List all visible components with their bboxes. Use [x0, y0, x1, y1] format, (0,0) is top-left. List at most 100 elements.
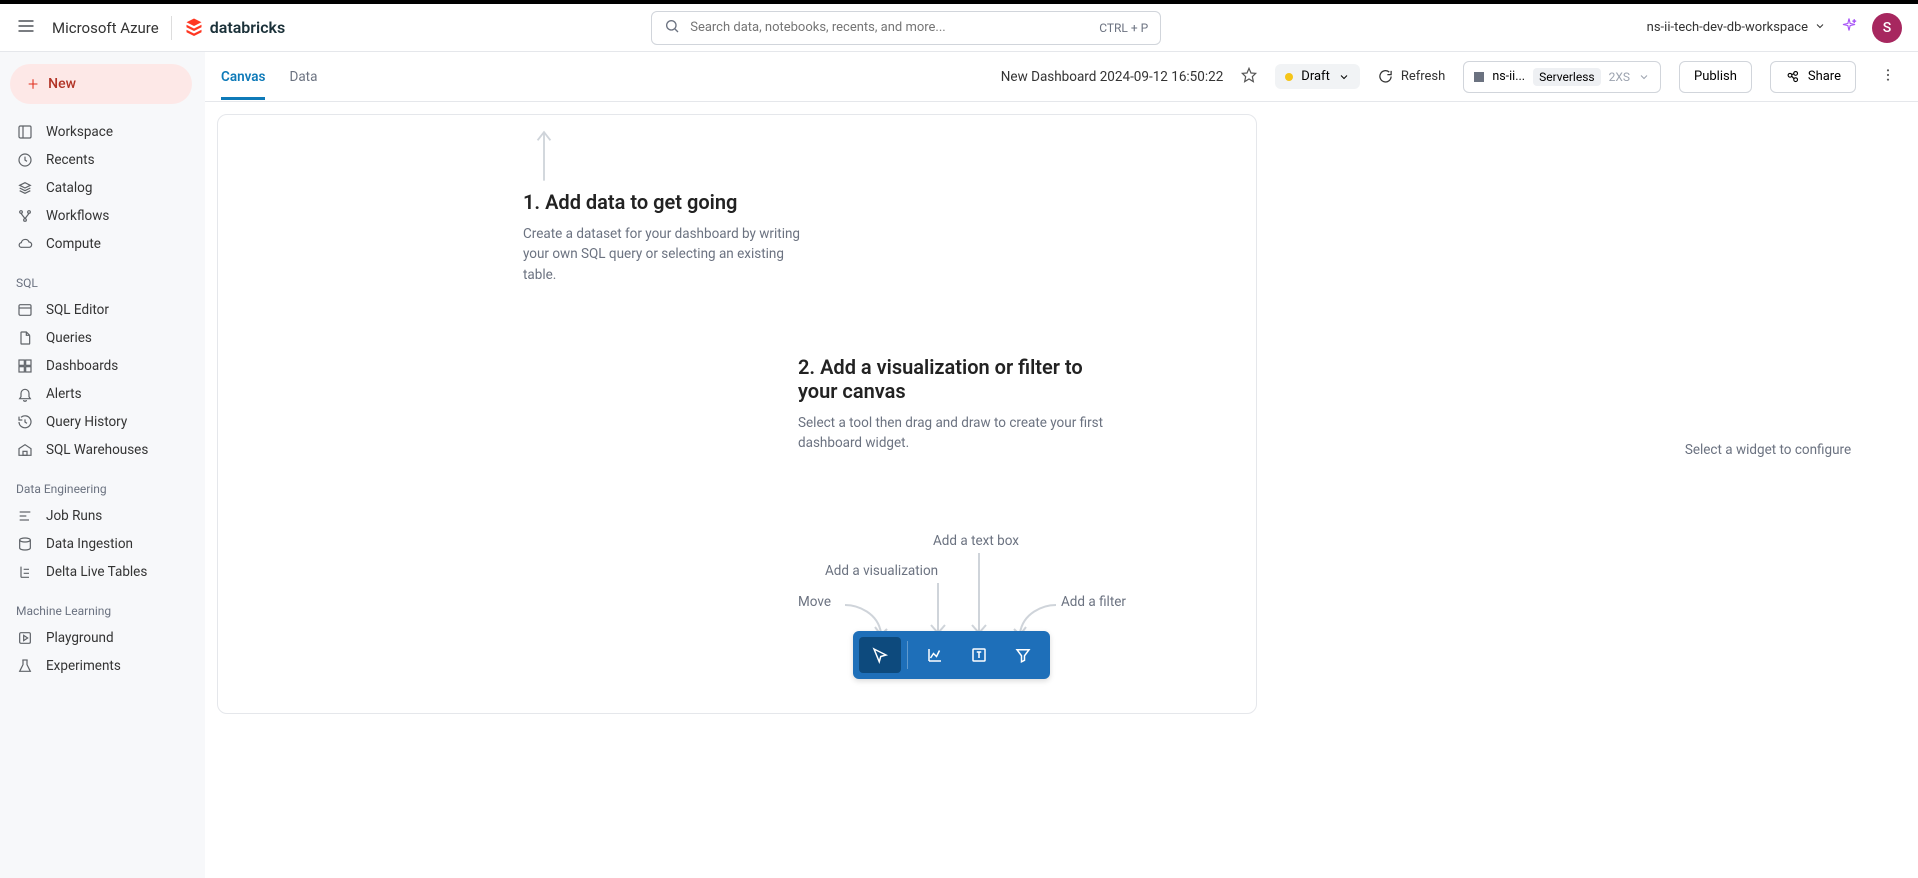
topbar-right: ns-ii-tech-dev-db-workspace S: [1647, 13, 1902, 43]
cursor-icon: [871, 646, 889, 664]
onboard-step-2: 2. Add a visualization or filter to your…: [798, 355, 1108, 454]
sidebar-item-experiments[interactable]: Experiments: [10, 652, 195, 680]
compute-selector[interactable]: ns-ii... Serverless 2XS: [1463, 61, 1661, 93]
sidebar-item-label: Workspace: [46, 124, 113, 140]
workspace-area: 1. Add data to get going Create a datase…: [205, 102, 1918, 878]
dlt-icon: [16, 564, 34, 580]
workflows-icon: [16, 208, 34, 224]
tool-filter[interactable]: [1002, 637, 1044, 673]
refresh-icon: [1378, 69, 1393, 84]
publish-label: Publish: [1694, 69, 1737, 84]
assistant-sparkle-icon[interactable]: [1840, 17, 1858, 39]
sidebar-item-label: Job Runs: [46, 508, 102, 524]
sidebar-item-label: Data Ingestion: [46, 536, 133, 552]
sidebar-item-workspace[interactable]: Workspace: [10, 118, 195, 146]
queries-icon: [16, 330, 34, 346]
sidebar-item-job-runs[interactable]: Job Runs: [10, 502, 195, 530]
sidebar-item-sql-editor[interactable]: SQL Editor: [10, 296, 195, 324]
brand-block: Microsoft Azure databricks: [52, 16, 285, 40]
new-button[interactable]: + New: [10, 64, 192, 104]
tool-visualization[interactable]: [914, 637, 956, 673]
tab-data[interactable]: Data: [289, 55, 317, 99]
sidebar-item-dlt[interactable]: Delta Live Tables: [10, 558, 195, 586]
status-dropdown[interactable]: Draft: [1275, 64, 1360, 89]
user-avatar[interactable]: S: [1872, 13, 1902, 43]
databricks-logo-icon: [184, 16, 204, 40]
sidebar-item-queries[interactable]: Queries: [10, 324, 195, 352]
sidebar-section-de: Data Engineering: [10, 464, 195, 502]
global-search[interactable]: CTRL + P: [651, 11, 1161, 45]
toolbar-separator: [907, 641, 908, 669]
avatar-initial: S: [1883, 20, 1891, 36]
brand-divider: [171, 16, 172, 40]
menu-icon[interactable]: [16, 16, 36, 40]
tool-move[interactable]: [859, 637, 901, 673]
ingestion-icon: [16, 536, 34, 552]
publish-button[interactable]: Publish: [1679, 61, 1752, 93]
sidebar-item-label: Playground: [46, 630, 114, 646]
sidebar-item-label: Query History: [46, 414, 127, 430]
sidebar-item-recents[interactable]: Recents: [10, 146, 195, 174]
sidebar: + New Workspace Recents Catalog Workflow…: [0, 52, 205, 878]
refresh-button[interactable]: Refresh: [1378, 69, 1445, 84]
sidebar-section-ml: Machine Learning: [10, 586, 195, 624]
workspace-switcher[interactable]: ns-ii-tech-dev-db-workspace: [1647, 20, 1826, 36]
warehouse-icon: [16, 442, 34, 458]
sidebar-item-data-ingestion[interactable]: Data Ingestion: [10, 530, 195, 558]
share-button[interactable]: Share: [1770, 61, 1856, 93]
databricks-brand-text: databricks: [210, 18, 286, 37]
sidebar-item-dashboards[interactable]: Dashboards: [10, 352, 195, 380]
share-label: Share: [1808, 69, 1841, 84]
page-header: Canvas Data New Dashboard 2024-09-12 16:…: [205, 52, 1918, 102]
textbox-icon: [970, 646, 988, 664]
tool-textbox[interactable]: [958, 637, 1000, 673]
compute-status-icon: [1474, 72, 1484, 82]
cloud-icon: [16, 236, 34, 252]
workspace-icon: [16, 124, 34, 140]
content-area: Canvas Data New Dashboard 2024-09-12 16:…: [205, 52, 1918, 878]
filter-icon: [1014, 646, 1032, 664]
editor-tabs: Canvas Data: [221, 55, 317, 99]
label-filter: Add a filter: [1061, 594, 1126, 610]
history-icon: [16, 414, 34, 430]
main-layout: + New Workspace Recents Catalog Workflow…: [0, 52, 1918, 878]
chevron-down-icon: [1338, 71, 1350, 83]
sidebar-item-label: Catalog: [46, 180, 92, 196]
catalog-icon: [16, 180, 34, 196]
sidebar-item-workflows[interactable]: Workflows: [10, 202, 195, 230]
canvas-column: 1. Add data to get going Create a datase…: [205, 102, 1618, 878]
sidebar-item-label: Compute: [46, 236, 101, 252]
search-input[interactable]: [690, 20, 1089, 35]
serverless-tag: Serverless: [1533, 68, 1601, 86]
refresh-label: Refresh: [1401, 69, 1445, 84]
canvas-toolbar: [853, 631, 1050, 679]
hint-arrow-text-icon: [969, 551, 989, 643]
label-move: Move: [798, 594, 831, 610]
chevron-down-icon: [1814, 20, 1826, 36]
sidebar-item-catalog[interactable]: Catalog: [10, 174, 195, 202]
search-wrap: CTRL + P: [651, 11, 1161, 45]
share-icon: [1785, 69, 1800, 84]
sidebar-item-query-history[interactable]: Query History: [10, 408, 195, 436]
sidebar-item-sql-warehouses[interactable]: SQL Warehouses: [10, 436, 195, 464]
sidebar-item-compute[interactable]: Compute: [10, 230, 195, 258]
sidebar-item-alerts[interactable]: Alerts: [10, 380, 195, 408]
dashboard-title[interactable]: New Dashboard 2024-09-12 16:50:22: [1001, 69, 1224, 85]
status-dot-icon: [1285, 73, 1293, 81]
hint-arrow-up-icon: [533, 125, 555, 189]
flask-icon: [16, 658, 34, 674]
sidebar-item-playground[interactable]: Playground: [10, 624, 195, 652]
properties-panel: Select a widget to configure: [1618, 102, 1918, 878]
step1-desc: Create a dataset for your dashboard by w…: [523, 224, 813, 285]
step1-title: 1. Add data to get going: [523, 190, 813, 214]
chevron-down-icon: [1638, 71, 1650, 83]
top-bar: Microsoft Azure databricks CTRL + P ns-i…: [0, 4, 1918, 52]
databricks-brand[interactable]: databricks: [184, 16, 286, 40]
search-icon: [664, 18, 680, 38]
sidebar-item-label: Workflows: [46, 208, 109, 224]
tab-canvas[interactable]: Canvas: [221, 55, 265, 99]
sidebar-item-label: Alerts: [46, 386, 82, 402]
canvas-panel[interactable]: 1. Add data to get going Create a datase…: [217, 114, 1257, 714]
favorite-star-icon[interactable]: [1241, 67, 1257, 87]
more-menu-icon[interactable]: [1874, 67, 1902, 87]
